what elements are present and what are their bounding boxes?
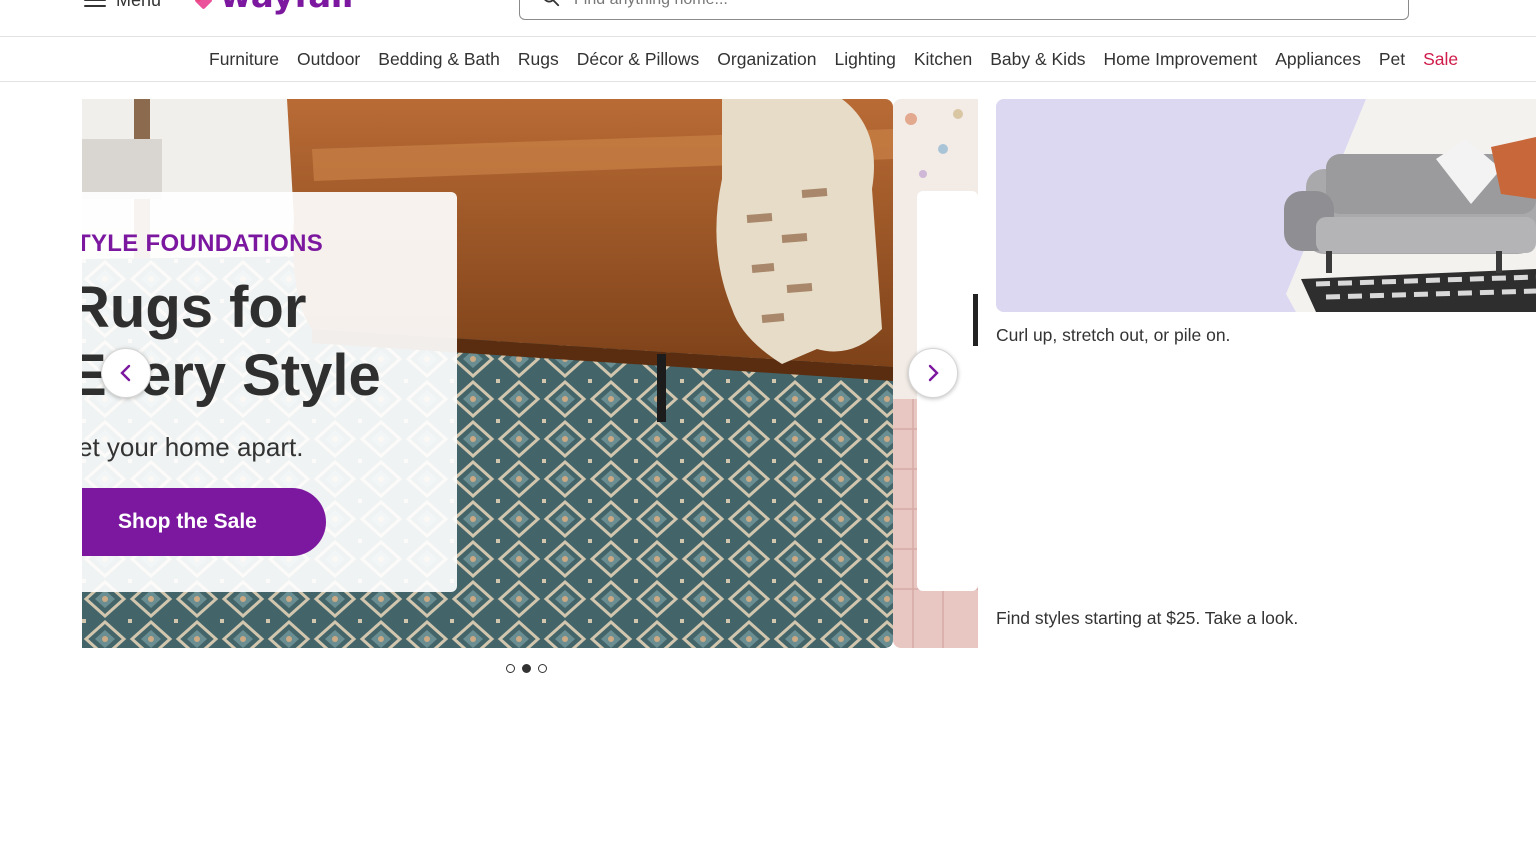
menu-label: Menu — [116, 0, 161, 11]
wayfair-logo[interactable]: wayfair — [189, 0, 359, 16]
nav-item-outdoor[interactable]: Outdoor — [288, 49, 369, 70]
category-nav: Furniture Outdoor Bedding & Bath Rugs Dé… — [0, 37, 1536, 82]
shop-the-sale-button[interactable]: Shop the Sale — [82, 488, 326, 556]
carousel-dot-2[interactable] — [522, 664, 531, 673]
menu-button[interactable]: Menu — [84, 0, 161, 14]
carousel-dots — [506, 664, 547, 673]
nav-item-appliances[interactable]: Appliances — [1266, 49, 1370, 70]
logo-text: wayfair — [220, 0, 359, 16]
sofa-promo-caption[interactable]: Curl up, stretch out, or pile on. — [996, 325, 1230, 346]
nav-item-rugs[interactable]: Rugs — [509, 49, 568, 70]
chevron-right-icon — [928, 364, 939, 382]
carousel-prev-button[interactable] — [101, 348, 151, 398]
search-bar[interactable] — [519, 0, 1409, 20]
logo-mark-icon — [189, 0, 216, 10]
nav-item-pet[interactable]: Pet — [1370, 49, 1414, 70]
hero-subtext: et your home apart. — [82, 432, 304, 462]
nav-item-sale[interactable]: Sale — [1414, 49, 1467, 70]
nav-item-decor-pillows[interactable]: Décor & Pillows — [568, 49, 709, 70]
site-header: Menu wayfair — [0, 0, 1536, 37]
nav-item-baby-kids[interactable]: Baby & Kids — [981, 49, 1094, 70]
styles-promo-caption[interactable]: Find styles starting at $25. Take a look… — [996, 608, 1298, 629]
carousel-next-button[interactable] — [908, 348, 958, 398]
hero-eyebrow: TYLE FOUNDATIONS — [82, 230, 324, 257]
hero-headline-line1: Rugs for — [82, 275, 307, 340]
nav-item-furniture[interactable]: Furniture — [200, 49, 288, 70]
carousel-dot-1[interactable] — [506, 664, 515, 673]
search-input[interactable] — [574, 0, 1374, 19]
category-nav-list: Furniture Outdoor Bedding & Bath Rugs Dé… — [200, 37, 1467, 81]
sofa-promo-image — [996, 99, 1536, 312]
nav-item-organization[interactable]: Organization — [708, 49, 825, 70]
carousel-dot-3[interactable] — [538, 664, 547, 673]
hero-slide-rugs[interactable]: TYLE FOUNDATIONS Rugs for Every Style et… — [82, 99, 893, 648]
nav-item-home-improvement[interactable]: Home Improvement — [1095, 49, 1267, 70]
nav-item-bedding-bath[interactable]: Bedding & Bath — [369, 49, 509, 70]
chevron-left-icon — [120, 364, 131, 382]
hamburger-icon — [84, 0, 106, 7]
sofa-promo-card[interactable] — [996, 99, 1536, 312]
search-icon — [544, 0, 560, 7]
nav-item-kitchen[interactable]: Kitchen — [905, 49, 981, 70]
hero-carousel: TYLE FOUNDATIONS Rugs for Every Style et… — [82, 99, 978, 648]
nav-item-lighting[interactable]: Lighting — [826, 49, 905, 70]
